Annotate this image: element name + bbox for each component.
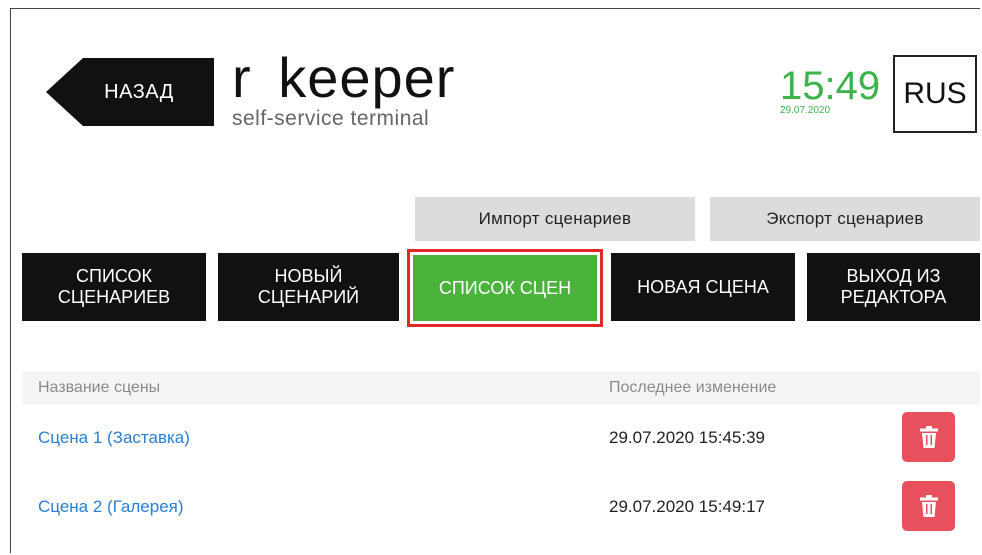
export-scenarios-label: Экспорт сценариев: [766, 209, 924, 228]
clock-time: 15:49: [780, 64, 881, 108]
nav-new-scenario[interactable]: НОВЫЙ СЦЕНАРИЙ: [218, 253, 399, 321]
brand-subtitle: self-service terminal: [232, 107, 430, 130]
brand-name: r keeper: [232, 46, 456, 109]
table-row: Сцена 1 (Заставка) 29.07.2020 15:45:39: [22, 408, 980, 468]
nav-scene-list-label: СПИСОК СЦЕН: [438, 277, 572, 298]
nav-exit-editor[interactable]: ВЫХОД ИЗ РЕДАКТОРА: [807, 253, 980, 321]
back-button-label: НАЗАД: [104, 80, 174, 103]
brand-logo: r keeper self-service terminal: [232, 46, 456, 130]
scene-last-changed: 29.07.2020 15:49:17: [609, 497, 765, 516]
column-header-scene-name: Название сцены: [38, 379, 161, 396]
scene-name-link[interactable]: Сцена 2 (Галерея): [38, 497, 184, 517]
clock: 15:49 29.07.2020: [780, 66, 880, 116]
table-row: Сцена 2 (Галерея) 29.07.2020 15:49:17: [22, 477, 980, 537]
nav-scenario-list[interactable]: СПИСОК СЦЕНАРИЕВ: [22, 253, 206, 321]
nav-new-scene-label: НОВАЯ СЦЕНА: [637, 276, 769, 297]
export-scenarios-button[interactable]: Экспорт сценариев: [710, 197, 980, 241]
delete-scene-button[interactable]: [902, 481, 955, 531]
table-header: Название сцены Последнее изменение: [22, 371, 980, 405]
language-button[interactable]: RUS: [893, 55, 977, 133]
nav-new-scenario-label: НОВЫЙ СЦЕНАРИЙ: [257, 266, 360, 307]
nav-scenario-list-label: СПИСОК СЦЕНАРИЕВ: [57, 266, 171, 307]
delete-scene-button[interactable]: [902, 412, 955, 462]
trash-icon: [919, 426, 938, 448]
nav-scene-list-highlight: СПИСОК СЦЕН: [407, 249, 603, 327]
scene-name-link[interactable]: Сцена 1 (Заставка): [38, 428, 190, 448]
trash-icon: [919, 495, 938, 517]
nav-scene-list[interactable]: СПИСОК СЦЕН: [413, 255, 597, 321]
nav-new-scene[interactable]: НОВАЯ СЦЕНА: [611, 253, 795, 321]
column-header-last-changed: Последнее изменение: [609, 379, 777, 396]
import-scenarios-button[interactable]: Импорт сценариев: [415, 197, 695, 241]
language-label: RUS: [903, 77, 967, 110]
nav-exit-editor-label: ВЫХОД ИЗ РЕДАКТОРА: [840, 266, 947, 307]
scene-last-changed: 29.07.2020 15:45:39: [609, 428, 765, 447]
import-scenarios-label: Импорт сценариев: [478, 209, 632, 228]
